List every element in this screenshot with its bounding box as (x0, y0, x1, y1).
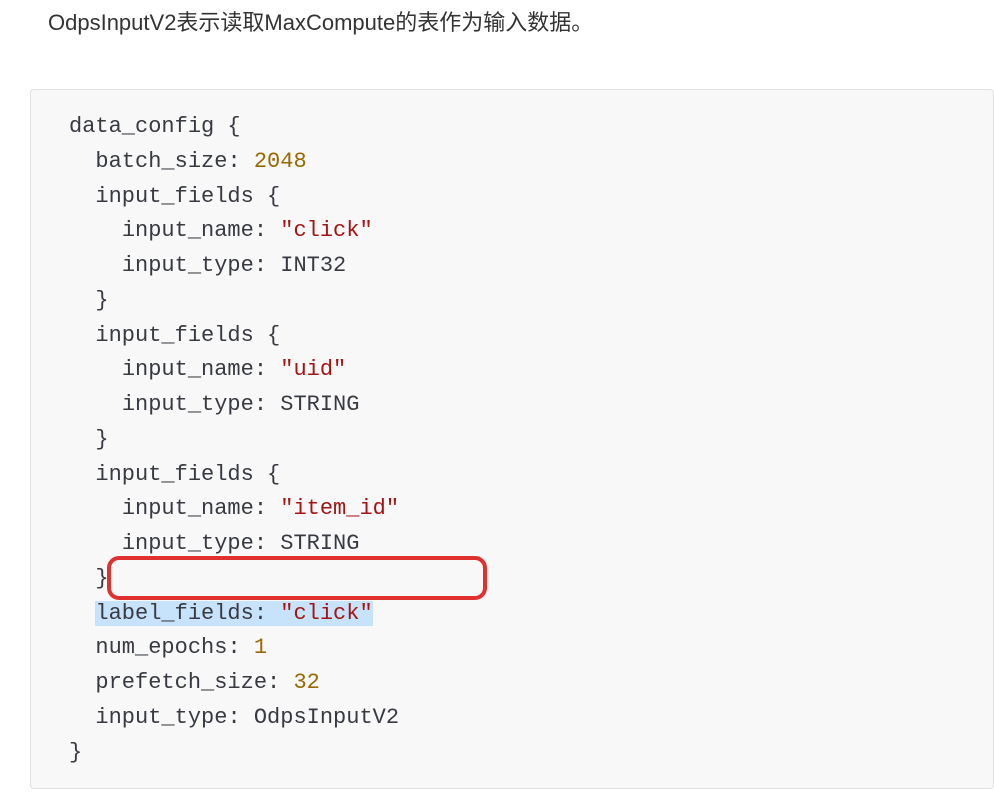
code-punc: : (254, 218, 267, 243)
code-line: } (95, 427, 108, 452)
code-line: } (69, 740, 82, 765)
code-key: label_fields (95, 601, 253, 626)
code-type: INT32 (280, 253, 346, 278)
code-line: input_fields { (95, 323, 280, 348)
code-key: batch_size (95, 149, 227, 174)
highlight-bg: label_fields: "click" (95, 601, 372, 626)
code-key: input_type (95, 705, 227, 730)
code-line: input_fields { (95, 184, 280, 209)
code-string: "click" (280, 601, 372, 626)
highlighted-line: label_fields: "click" (95, 601, 372, 626)
code-block: data_config { batch_size: 2048 input_fie… (30, 89, 994, 789)
code-punc: : (267, 670, 280, 695)
code-line: input_fields { (95, 462, 280, 487)
code-key: input_name (122, 357, 254, 382)
code-key: input_name (122, 496, 254, 521)
code-punc: : (254, 601, 267, 626)
code-punc: : (254, 531, 267, 556)
callout-rectangle (107, 556, 487, 600)
code-string: "item_id" (280, 496, 399, 521)
code-line: data_config { (69, 114, 241, 139)
code-number: 32 (293, 670, 319, 695)
code-key: num_epochs (95, 635, 227, 660)
code-key: input_name (122, 218, 254, 243)
intro-text: OdpsInputV2表示读取MaxCompute的表作为输入数据。 (0, 0, 994, 39)
code-type: STRING (280, 392, 359, 417)
code-string: "click" (280, 218, 372, 243)
code-number: 2048 (254, 149, 307, 174)
code-type: STRING (280, 531, 359, 556)
code-line: } (95, 288, 108, 313)
code-key: input_type (122, 531, 254, 556)
code-punc: : (254, 392, 267, 417)
code-key: input_type (122, 392, 254, 417)
code-key: prefetch_size (95, 670, 267, 695)
code-punc: : (227, 149, 240, 174)
code-punc: : (227, 635, 240, 660)
code-line: } (95, 566, 108, 591)
code-punc: : (254, 496, 267, 521)
code-string: "uid" (280, 357, 346, 382)
code-key: input_type (122, 253, 254, 278)
code-punc: : (254, 253, 267, 278)
code-type: OdpsInputV2 (254, 705, 399, 730)
code-punc: : (254, 357, 267, 382)
code-punc: : (227, 705, 240, 730)
code-number: 1 (254, 635, 267, 660)
